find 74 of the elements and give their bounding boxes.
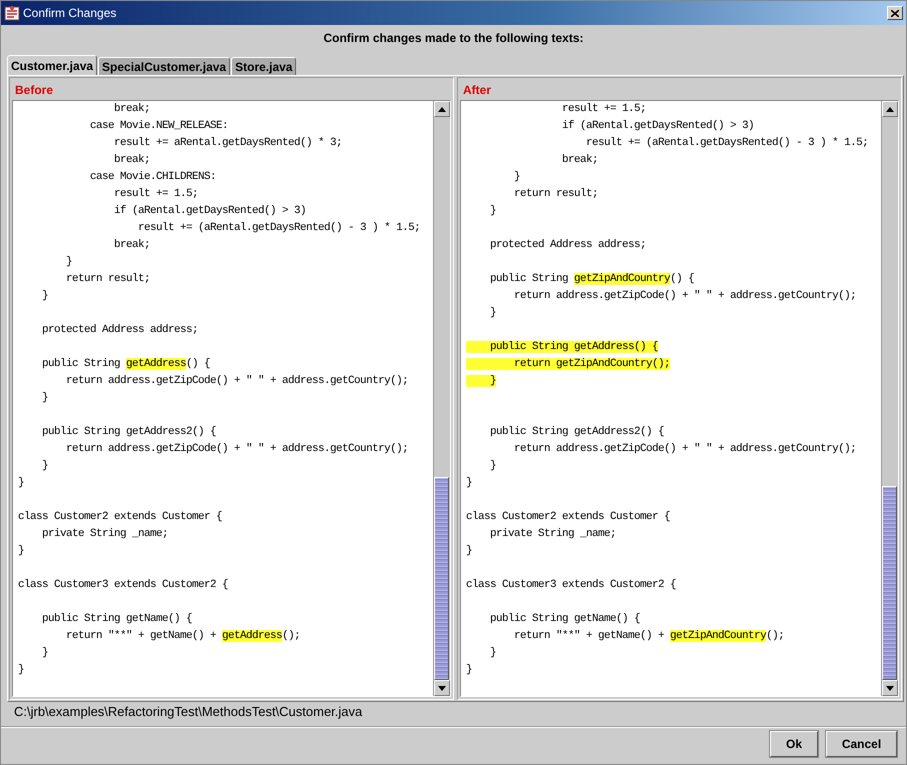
cancel-button[interactable]: Cancel <box>826 731 897 757</box>
code-line: public String getName() { <box>41 612 192 627</box>
code-line: if (aRental.getDaysRented() > 3) <box>113 204 306 219</box>
pane-label: Before <box>14 82 54 98</box>
code-line: return result; <box>513 187 598 202</box>
code-line: } <box>489 646 496 661</box>
code-line: } <box>489 459 496 474</box>
close-button[interactable] <box>887 6 903 20</box>
pane-label: After <box>462 82 492 98</box>
code-line: private String _name; <box>489 527 616 542</box>
code-line: public String getAddress() { <box>41 357 210 372</box>
code-line: } <box>489 204 496 219</box>
ok-button[interactable]: Ok <box>770 731 818 757</box>
code-line: } <box>513 170 520 185</box>
code-line: break; <box>113 153 150 168</box>
down-arrow-icon <box>886 686 894 690</box>
window-title: Confirm Changes <box>23 6 116 20</box>
code-line: } <box>466 544 472 559</box>
code-line: break; <box>113 238 150 253</box>
code-line: protected Address address; <box>489 238 646 253</box>
code-line: } <box>18 544 24 559</box>
scroll-up-button[interactable] <box>882 101 898 117</box>
scroll-down-button[interactable] <box>434 680 450 696</box>
code-line: class Customer3 extends Customer2 { <box>18 578 228 593</box>
code-line: public String getName() { <box>489 612 640 627</box>
code-line: } <box>18 476 24 491</box>
code-line: return address.getZipCode() + " " + address.getCountry(); <box>513 442 856 457</box>
scrollbar[interactable] <box>433 101 450 696</box>
code-line: } <box>489 306 496 321</box>
code-line: public String getAddress2() { <box>489 425 664 440</box>
code-line: } <box>41 646 48 661</box>
code-line: } <box>18 663 24 678</box>
code-line: result += (aRental.getDaysRented() - 3 ) * 1.5; <box>585 136 868 151</box>
code-line: class Customer2 extends Customer { <box>466 510 670 525</box>
up-arrow-icon <box>438 106 446 112</box>
scrollbar[interactable] <box>881 101 898 696</box>
code-line: result += 1.5; <box>561 102 646 117</box>
code-line: result += (aRental.getDaysRented() - 3 ) * 1.5; <box>137 221 420 236</box>
scroll-thumb[interactable] <box>434 476 449 680</box>
code-line: return address.getZipCode() + " " + address.getCountry(); <box>513 289 856 304</box>
file-tab[interactable]: Customer.java <box>7 55 98 75</box>
close-icon <box>891 10 899 16</box>
code-line: case Movie.CHILDRENS: <box>89 170 216 185</box>
code-line: return result; <box>65 272 150 287</box>
code-line: } <box>41 459 48 474</box>
file-tab[interactable]: SpecialCustomer.java <box>98 57 230 75</box>
code-line: class Customer3 extends Customer2 { <box>466 578 676 593</box>
scroll-thumb[interactable] <box>882 486 897 680</box>
code-line: } <box>41 289 48 304</box>
code-line: } <box>466 663 472 678</box>
scroll-down-button[interactable] <box>882 680 898 696</box>
heading-text: Confirm changes made to the following texts: <box>323 31 584 47</box>
code-line: return address.getZipCode() + " " + address.getCountry(); <box>65 442 408 457</box>
code-line: private String _name; <box>41 527 168 542</box>
scroll-up-button[interactable] <box>434 101 450 117</box>
file-path: C:\jrb\examples\RefactoringTest\MethodsTest\Customer.java <box>13 703 364 721</box>
code-line: public String getAddress2() { <box>41 425 216 440</box>
code-line: case Movie.NEW_RELEASE: <box>89 119 228 134</box>
code-line: protected Address address; <box>41 323 198 338</box>
up-arrow-icon <box>886 106 894 112</box>
app-icon <box>4 5 20 21</box>
code-line: } <box>65 255 72 270</box>
code-line: break; <box>561 153 598 168</box>
code-line: if (aRental.getDaysRented() > 3) <box>561 119 754 134</box>
code-line: class Customer2 extends Customer { <box>18 510 222 525</box>
down-arrow-icon <box>438 686 446 690</box>
code-line: break; <box>113 102 150 117</box>
code-line: } <box>466 476 472 491</box>
code-line: } <box>41 391 48 406</box>
code-line: return "**" + getName() + getAddress(); <box>65 629 300 644</box>
code-line: return address.getZipCode() + " " + address.getCountry(); <box>65 374 408 389</box>
code-line: result += 1.5; <box>113 187 198 202</box>
code-line: result += aRental.getDaysRented() * 3; <box>113 136 342 151</box>
file-tab[interactable]: Store.java <box>231 57 296 75</box>
